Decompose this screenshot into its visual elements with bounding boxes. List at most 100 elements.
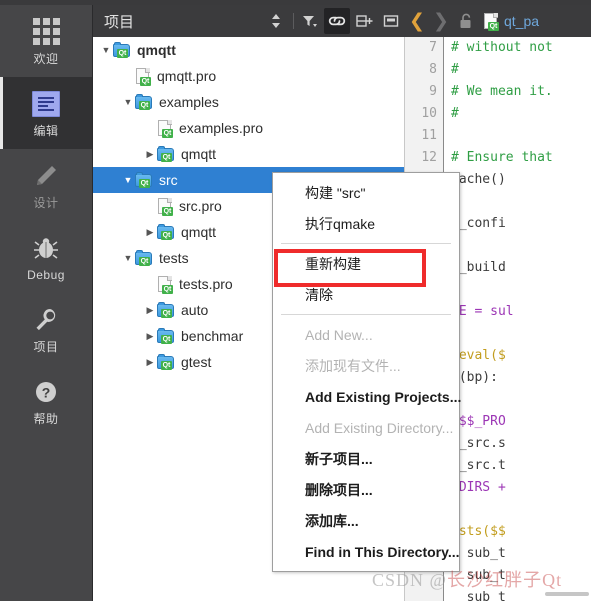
- tree-row-label: qmqtt: [137, 42, 176, 58]
- tree-row[interactable]: Qt qmqtt.pro: [93, 63, 404, 89]
- watermark-name: 长沙红胖子Qt: [447, 570, 563, 590]
- qt-badge: Qt: [488, 21, 499, 31]
- mode-item-projects[interactable]: 项目: [0, 293, 92, 365]
- chevron-down-icon[interactable]: ▼: [121, 175, 135, 185]
- context-menu-item[interactable]: 重新构建: [273, 248, 459, 279]
- qt-pro-file-icon: Qt: [483, 12, 499, 31]
- filter-icon[interactable]: [297, 8, 323, 34]
- tree-row[interactable]: ▶ Qt qmqtt: [93, 141, 404, 167]
- line-number: 7: [429, 40, 437, 55]
- qt-file-icon: Qt: [157, 119, 173, 138]
- context-menu-item[interactable]: Add Existing Projects...: [273, 381, 461, 412]
- split-add-icon[interactable]: [351, 8, 377, 34]
- qt-file-icon: Qt: [135, 67, 151, 86]
- line-number: 8: [429, 62, 437, 77]
- mode-item-edit[interactable]: 编辑: [0, 77, 92, 149]
- context-menu-item: Add New...: [305, 326, 373, 343]
- chevron-right-icon[interactable]: ▶: [143, 149, 157, 160]
- code-line: 7 # without not: [405, 37, 591, 59]
- close-split-icon[interactable]: [378, 8, 404, 34]
- qt-badge: Qt: [161, 152, 172, 162]
- panel-title: 项目: [104, 13, 135, 31]
- qt-badge: Qt: [162, 128, 173, 138]
- qt-badge: Qt: [161, 360, 172, 370]
- watermark: CSDN @长沙红胖子Qt: [372, 566, 562, 592]
- mode-item-help[interactable]: ? 帮助: [0, 365, 92, 437]
- watermark-prefix: CSDN @: [372, 570, 448, 590]
- tree-row[interactable]: ▼ Qt qmqtt: [93, 37, 404, 63]
- sort-toggle-icon[interactable]: [263, 8, 289, 34]
- current-file-name: qt_pa: [504, 13, 540, 29]
- qt-folder-icon: Qt: [157, 301, 175, 318]
- context-menu-item: 添加现有文件...: [305, 357, 401, 374]
- tree-row-label: src: [159, 172, 178, 188]
- code-line: 9 # We mean it.: [405, 81, 591, 103]
- qt-badge: Qt: [162, 206, 173, 216]
- qt-folder-icon: Qt: [135, 93, 153, 110]
- chevron-right-icon[interactable]: ▶: [143, 357, 157, 368]
- context-menu-item[interactable]: 清除: [273, 279, 459, 310]
- tree-row-label: qmqtt.pro: [157, 68, 217, 84]
- editor-horizontal-scrollbar[interactable]: [545, 592, 589, 596]
- qt-badge: Qt: [161, 308, 172, 318]
- tree-row-label: examples: [159, 94, 219, 110]
- tree-row-label: gtest: [181, 354, 212, 370]
- chevron-down-icon[interactable]: ▼: [121, 253, 135, 263]
- tree-row-label: qmqtt: [181, 146, 217, 162]
- navigate-forward-icon[interactable]: ❯: [429, 8, 453, 34]
- mode-label-design: 设计: [33, 195, 59, 210]
- navigate-back-icon[interactable]: ❮: [405, 8, 429, 34]
- pencil-icon: [33, 162, 59, 190]
- tree-row-label: examples.pro: [179, 120, 264, 136]
- code-line: 8 #: [405, 59, 591, 81]
- context-menu-item[interactable]: Find in This Directory...: [273, 536, 460, 567]
- tree-row-label: tests.pro: [179, 276, 233, 292]
- mode-label-debug: Debug: [27, 267, 65, 282]
- toolbar-separator: [293, 13, 294, 29]
- qtcreator-window: 欢迎 编辑 设计 Debug 项目 ? 帮助 项目 ❮ ❯ Qt qt_pa ▼…: [0, 0, 591, 601]
- tree-row-label: qmqtt: [181, 224, 217, 240]
- context-menu-item[interactable]: 执行qmake: [273, 208, 459, 239]
- code-text: #: [451, 106, 459, 121]
- mode-item-design[interactable]: 设计: [0, 149, 92, 221]
- context-menu-item[interactable]: 新子项目...: [273, 443, 459, 474]
- code-line: 11: [405, 125, 591, 147]
- tree-row-label: tests: [159, 250, 189, 266]
- mode-item-welcome[interactable]: 欢迎: [0, 5, 92, 77]
- chevron-down-icon[interactable]: ▼: [121, 97, 135, 107]
- tree-row[interactable]: Qt examples.pro: [93, 115, 404, 141]
- qt-badge: Qt: [161, 230, 172, 240]
- unlocked-padlock-icon[interactable]: [453, 13, 479, 29]
- wrench-icon: [33, 306, 59, 334]
- qt-badge: Qt: [139, 178, 150, 188]
- chevron-right-icon[interactable]: ▶: [143, 331, 157, 342]
- line-number: 11: [421, 128, 437, 143]
- context-menu-item[interactable]: 添加库...: [273, 505, 459, 536]
- qt-file-icon: Qt: [157, 197, 173, 216]
- line-number: 10: [421, 106, 437, 121]
- bug-icon: [33, 234, 59, 262]
- tree-row[interactable]: ▼ Qt examples: [93, 89, 404, 115]
- mode-label-edit: 编辑: [33, 123, 59, 138]
- context-menu-item[interactable]: 构建 "src": [273, 177, 459, 208]
- code-line: 12 # Ensure that: [405, 147, 591, 169]
- code-text: # We mean it.: [451, 84, 553, 99]
- current-file-chip[interactable]: Qt qt_pa: [483, 12, 540, 31]
- qt-folder-icon: Qt: [135, 171, 153, 188]
- tree-row-label: benchmar: [181, 328, 244, 344]
- project-context-menu[interactable]: 构建 "src" 执行qmake 重新构建 清除 Add New... 添加现有文件...…: [272, 172, 461, 572]
- chevron-right-icon[interactable]: ▶: [143, 227, 157, 238]
- chevron-right-icon[interactable]: ▶: [143, 305, 157, 316]
- chevron-down-icon[interactable]: ▼: [99, 45, 113, 55]
- line-number: 9: [429, 84, 437, 99]
- qt-badge: Qt: [139, 256, 150, 266]
- project-panel-header: 项目: [93, 5, 405, 37]
- grid-icon: [32, 18, 60, 46]
- qt-badge: Qt: [161, 334, 172, 344]
- link-sync-icon[interactable]: [324, 8, 350, 34]
- mode-item-debug[interactable]: Debug: [0, 221, 92, 293]
- context-menu-item[interactable]: 删除项目...: [273, 474, 459, 505]
- qt-folder-icon: Qt: [157, 145, 175, 162]
- qt-badge: Qt: [139, 100, 150, 110]
- context-menu-item: Add Existing Directory...: [305, 419, 454, 436]
